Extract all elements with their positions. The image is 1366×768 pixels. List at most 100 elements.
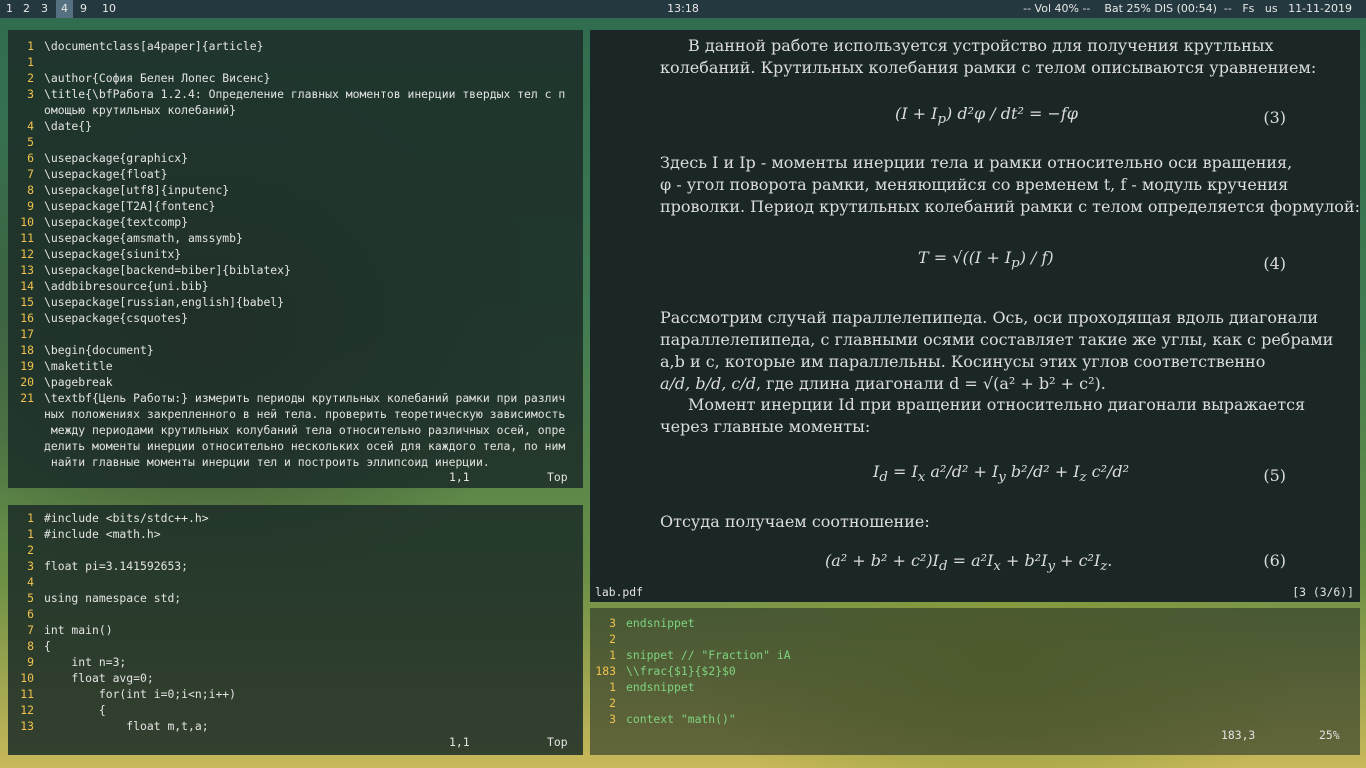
code-text: \usepackage{graphicx} [44, 151, 189, 165]
code-line[interactable]: 183 \\frac{$1}{$2}$0 [590, 663, 1360, 679]
code-line[interactable]: 13 \usepackage[backend=biber]{biblatex} [8, 262, 583, 278]
line-number: 13 [20, 719, 34, 733]
line-number: 3 [27, 87, 34, 101]
code-text: \\frac{$1}{$2}$0 [626, 664, 736, 678]
cpp-editor-pane[interactable]: 1 #include <bits/stdc++.h> 1 #include <math… [8, 505, 583, 755]
cursor-position: 1,1 [449, 470, 470, 484]
code-line[interactable]: 5 using namespace std; [8, 590, 583, 606]
code-text: endsnippet [626, 680, 695, 694]
code-line[interactable]: 6 \usepackage{graphicx} [8, 150, 583, 166]
code-line[interactable]: 9 \usepackage[T2A]{fontenc} [8, 198, 583, 214]
code-line[interactable]: 11 for(int i=0;i<n;i++) [8, 686, 583, 702]
line-number: 15 [20, 295, 34, 309]
code-line[interactable]: делить моменты инерции относительно неск… [8, 438, 583, 454]
code-line[interactable]: 17 [8, 326, 583, 342]
code-text: #include <math.h> [44, 527, 161, 541]
code-text: int main() [44, 623, 113, 637]
code-line[interactable]: 14 \addbibresource{uni.bib} [8, 278, 583, 294]
code-text: делить моменты инерции относительно неск… [44, 439, 566, 453]
code-text: \usepackage[backend=biber]{biblatex} [44, 263, 291, 277]
code-text: for(int i=0;i<n;i++) [44, 687, 237, 701]
code-text: омощью крутильных колебаний} [44, 103, 237, 117]
code-line[interactable]: 4 [8, 574, 583, 590]
equation-5: Id = Ix a²/d² + Iy b²/d² + Iz c²/d² [873, 462, 1130, 486]
code-text: \maketitle [44, 359, 113, 373]
line-number: 11 [20, 231, 34, 245]
equation-4: T = √((I + Ip) / f) [918, 248, 1054, 272]
code-line[interactable]: 2 \author{София Белен Лопес Висенс} [8, 70, 583, 86]
code-line[interactable]: 3 float pi=3.141592653; [8, 558, 583, 574]
code-line[interactable]: 13 float m,t,a; [8, 718, 583, 734]
code-line[interactable]: 3 context "math()" [590, 711, 1360, 727]
pdf-paragraph: через главные моменты: [660, 417, 871, 436]
line-number: 4 [27, 119, 34, 133]
code-line[interactable]: 1 snippet // "Fraction" iA [590, 647, 1360, 663]
line-number: 8 [27, 183, 34, 197]
line-number: 8 [27, 639, 34, 653]
line-number: 7 [27, 623, 34, 637]
line-number: 20 [20, 375, 34, 389]
line-number: 19 [20, 359, 34, 373]
code-line[interactable]: 7 int main() [8, 622, 583, 638]
code-line[interactable]: найти главные моменты инерции тел и пост… [8, 454, 583, 470]
line-number: 3 [609, 616, 616, 630]
code-line[interactable]: между периодами крутильных колубаний тел… [8, 422, 583, 438]
code-line[interactable]: 10 float avg=0; [8, 670, 583, 686]
code-line[interactable]: 1 #include <math.h> [8, 526, 583, 542]
code-text: ных положениях закрепленного в ней тела.… [44, 407, 566, 421]
code-line[interactable]: 12 { [8, 702, 583, 718]
system-status: -- Vol 40% -- Bat 25% DIS (00:54) -- Fs … [1023, 2, 1352, 15]
line-number: 1 [27, 55, 34, 69]
pdf-paragraph: Отсуда получаем соотношение: [660, 512, 930, 531]
code-text: \usepackage[utf8]{inputenc} [44, 183, 230, 197]
code-line[interactable]: 8 \usepackage[utf8]{inputenc} [8, 182, 583, 198]
pdf-viewer[interactable]: В данной работе используется устройство … [590, 30, 1360, 597]
code-line[interactable]: омощью крутильных колебаний} [8, 102, 583, 118]
code-line[interactable]: 1 endsnippet [590, 679, 1360, 695]
code-line[interactable]: 1 #include <bits/stdc++.h> [8, 510, 583, 526]
code-text: using namespace std; [44, 591, 182, 605]
code-line[interactable]: 2 [590, 695, 1360, 711]
code-line[interactable]: 2 [8, 542, 583, 558]
code-line[interactable]: 11 \usepackage{amsmath, amssymb} [8, 230, 583, 246]
code-line[interactable]: 10 \usepackage{textcomp} [8, 214, 583, 230]
code-line[interactable]: 18 \begin{document} [8, 342, 583, 358]
code-line[interactable]: 19 \maketitle [8, 358, 583, 374]
scroll-indicator: Top [547, 470, 568, 484]
code-text: \textbf{Цель Работы:} измерить периоды к… [44, 391, 566, 405]
code-text: \author{София Белен Лопес Висенс} [44, 71, 271, 85]
code-line[interactable]: 5 [8, 134, 583, 150]
code-text: { [44, 639, 51, 653]
pdf-filename: lab.pdf [595, 585, 644, 599]
equation-number: (4) [1263, 254, 1286, 273]
code-line[interactable]: 1 \documentclass[a4paper]{article} [8, 38, 583, 54]
line-number: 4 [27, 575, 34, 589]
code-line[interactable]: 1 [8, 54, 583, 70]
line-number: 16 [20, 311, 34, 325]
code-line[interactable]: 2 [590, 631, 1360, 647]
code-text: \addbibresource{uni.bib} [44, 279, 209, 293]
line-number: 18 [20, 343, 34, 357]
code-text: \usepackage[russian,english]{babel} [44, 295, 285, 309]
code-line[interactable]: 21 \textbf{Цель Работы:} измерить периоды… [8, 390, 583, 406]
code-line[interactable]: 20 \pagebreak [8, 374, 583, 390]
code-line[interactable]: 3 endsnippet [590, 615, 1360, 631]
code-line[interactable]: ных положениях закрепленного в ней тела.… [8, 406, 583, 422]
code-line[interactable]: 12 \usepackage{siunitx} [8, 246, 583, 262]
code-text: snippet // "Fraction" iA [626, 648, 791, 662]
snippet-editor-pane[interactable]: 3 endsnippet 2 1 snippet // "Fraction" iA 183… [590, 608, 1360, 755]
code-line[interactable]: 16 \usepackage{csquotes} [8, 310, 583, 326]
code-line[interactable]: 3 \title{\bfРабота 1.2.4: Определение гла… [8, 86, 583, 102]
code-text: \documentclass[a4paper]{article} [44, 39, 264, 53]
line-number: 10 [20, 671, 34, 685]
code-line[interactable]: 9 int n=3; [8, 654, 583, 670]
pdf-paragraph: φ - угол поворота рамки, меняющийся со в… [660, 175, 1289, 194]
code-line[interactable]: 6 [8, 606, 583, 622]
tex-editor-pane[interactable]: 1 \documentclass[a4paper]{article} 1 2 \auth… [8, 30, 583, 488]
scroll-indicator: 25% [1319, 728, 1340, 742]
code-line[interactable]: 8{ [8, 638, 583, 654]
code-text: \begin{document} [44, 343, 154, 357]
code-line[interactable]: 15 \usepackage[russian,english]{babel} [8, 294, 583, 310]
code-line[interactable]: 4 \date{} [8, 118, 583, 134]
code-line[interactable]: 7 \usepackage{float} [8, 166, 583, 182]
